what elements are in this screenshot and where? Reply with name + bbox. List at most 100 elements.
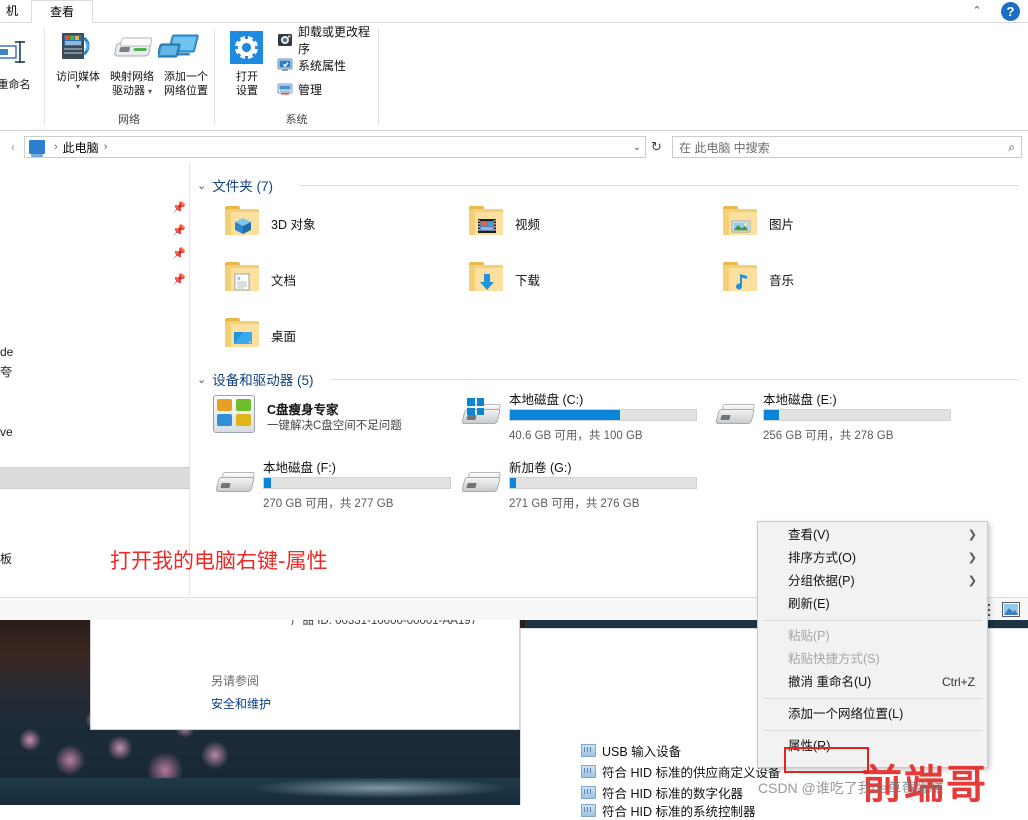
menu-item-add-network-location[interactable]: 添加一个网络位置(L)	[758, 703, 987, 726]
chevron-down-icon[interactable]: ▾	[148, 87, 152, 96]
nav-item-selected[interactable]	[0, 467, 190, 489]
folder-downloads-icon	[467, 259, 509, 301]
tab-view[interactable]: 查看	[31, 0, 93, 23]
folder-label: 文档	[271, 274, 297, 288]
add-network-location-icon	[156, 29, 214, 67]
menu-item-label: 查看(V)	[788, 528, 830, 542]
context-menu: 查看(V) ❯ 排序方式(O) ❯ 分组依据(P) ❯ 刷新(E) 粘贴(P) …	[757, 521, 988, 773]
back-arrow-icon[interactable]: ‹	[2, 137, 24, 157]
device-row[interactable]: 符合 HID 标准的数字化器	[581, 783, 743, 802]
folder-desktop-icon	[223, 315, 265, 357]
menu-separator	[763, 730, 982, 731]
media-server-icon	[50, 29, 106, 67]
menu-item-paste: 粘贴(P)	[758, 625, 987, 648]
tab-computer[interactable]: 机	[0, 0, 30, 23]
breadcrumb-separator: ›	[54, 141, 58, 153]
pin-icon[interactable]: 📌	[172, 273, 186, 287]
device-row[interactable]: USB 输入设备	[581, 741, 681, 760]
ribbon-group-network: 访问媒体 ▾ 映射网络 驱动器 ▾ 添加一个 网络位置 网络	[45, 23, 213, 131]
windows-logo-icon	[467, 398, 484, 415]
folder-videos-icon	[467, 203, 509, 245]
ribbon-group-label-system: 系统	[285, 114, 308, 126]
pin-icon[interactable]: 📌	[172, 247, 186, 261]
device-label: USB 输入设备	[602, 745, 682, 759]
nav-item-clipped[interactable]: 夸	[0, 363, 12, 380]
map-network-drive-button[interactable]: 映射网络 驱动器 ▾	[104, 29, 160, 99]
menu-item-label: 粘贴(P)	[788, 629, 830, 643]
navigation-pane: de 夸 ve 板 📌 📌 📌 📌	[0, 163, 190, 597]
watermark-csdn: CSDN @谁吃了我de草莓蛋糕	[758, 780, 944, 796]
drive-free-text: 40.6 GB 可用，共 100 GB	[509, 430, 643, 442]
access-media-button[interactable]: 访问媒体 ▾	[50, 29, 106, 91]
ribbon-group-system: 打开 设置 卸载或更改程序 系统属性 管理 系统	[215, 23, 378, 131]
chevron-right-icon: ❯	[967, 552, 977, 564]
nav-item-clipped[interactable]: 板	[0, 550, 12, 567]
folder-label: 音乐	[769, 274, 795, 288]
promo-title: C盘瘦身专家	[267, 403, 339, 417]
add-network-location-button[interactable]: 添加一个 网络位置	[156, 29, 214, 98]
drive-free-text: 270 GB 可用，共 277 GB	[263, 498, 394, 510]
search-box[interactable]: 在 此电脑 中搜索 ⌕	[672, 136, 1022, 158]
chevron-down-icon[interactable]: ⌄	[633, 142, 641, 153]
capacity-bar	[509, 477, 697, 489]
annotation-red-note: 打开我的电脑右键-属性	[110, 549, 328, 573]
chevron-down-icon[interactable]: ⌄	[197, 179, 206, 192]
device-row[interactable]: 符合 HID 标准的系统控制器	[581, 801, 755, 820]
search-icon[interactable]: ⌕	[1008, 140, 1015, 155]
settings-gear-icon	[219, 29, 275, 67]
address-toolbar: ‹ › 此电脑 › ⌄ ↻ 在 此电脑 中搜索 ⌕	[0, 131, 1028, 163]
nav-item-clipped[interactable]: de	[0, 345, 13, 359]
menu-item-group-by[interactable]: 分组依据(P) ❯	[758, 570, 987, 593]
drive-label: 本地磁盘 (C:)	[509, 393, 584, 407]
chevron-down-icon[interactable]: ▾	[50, 83, 106, 91]
open-settings-button[interactable]: 打开 设置	[219, 29, 275, 98]
rename-button[interactable]: 重命名	[0, 37, 42, 92]
security-maintenance-link[interactable]: 安全和维护	[211, 695, 271, 712]
menu-separator	[763, 698, 982, 699]
search-input-placeholder[interactable]: 在 此电脑 中搜索	[679, 139, 1008, 156]
pin-icon[interactable]: 📌	[172, 201, 186, 215]
drive-icon	[715, 401, 757, 443]
folder-pictures-icon	[721, 203, 763, 245]
windows-drive-icon	[461, 398, 503, 443]
uninstall-program-icon	[277, 32, 293, 48]
breadcrumb-separator[interactable]: ›	[104, 141, 108, 153]
ribbon-divider	[378, 29, 379, 125]
capacity-bar-fill	[510, 478, 516, 488]
uninstall-program-button[interactable]: 卸载或更改程序	[277, 25, 378, 56]
large-icons-view-icon[interactable]	[1002, 602, 1020, 617]
map-network-drive-icon	[104, 29, 160, 67]
manage-button[interactable]: 管理	[277, 80, 322, 98]
menu-item-undo-rename[interactable]: 撤消 重命名(U) Ctrl+Z	[758, 671, 987, 694]
chevron-right-icon: ❯	[967, 575, 977, 587]
menu-item-label: 属性(R)	[788, 739, 831, 753]
chevron-down-icon[interactable]: ⌄	[197, 373, 206, 386]
menu-item-sort-by[interactable]: 排序方式(O) ❯	[758, 547, 987, 570]
system-properties-button[interactable]: 系统属性	[277, 56, 346, 74]
group-header-folders[interactable]: ⌄ 文件夹 (7)	[197, 175, 273, 195]
breadcrumb-this-pc[interactable]: 此电脑	[63, 139, 99, 156]
menu-item-refresh[interactable]: 刷新(E)	[758, 593, 987, 616]
pin-icon[interactable]: 📌	[172, 224, 186, 238]
menu-item-label: 粘贴快捷方式(S)	[788, 652, 880, 666]
address-bar[interactable]: › 此电脑 › ⌄	[24, 136, 646, 158]
folder-label: 3D 对象	[271, 218, 316, 232]
drive-free-text: 271 GB 可用，共 276 GB	[509, 498, 640, 510]
menu-item-paste-shortcut: 粘贴快捷方式(S)	[758, 648, 987, 671]
menu-item-label: 刷新(E)	[788, 597, 830, 611]
nav-item-clipped[interactable]: ve	[0, 425, 13, 439]
drive-free-text: 256 GB 可用，共 278 GB	[763, 430, 894, 442]
refresh-icon[interactable]: ↻	[648, 138, 665, 155]
device-row[interactable]: 符合 HID 标准的供应商定义设备	[581, 762, 780, 781]
folder-label: 图片	[769, 218, 795, 232]
help-icon[interactable]: ?	[1001, 2, 1020, 21]
group-header-devices[interactable]: ⌄ 设备和驱动器 (5)	[197, 369, 313, 389]
manage-label: 管理	[298, 82, 323, 97]
group-title-devices: 设备和驱动器 (5)	[212, 373, 314, 388]
device-label: 符合 HID 标准的数字化器	[602, 787, 743, 801]
drive-label: 本地磁盘 (F:)	[263, 461, 336, 475]
system-properties-label: 系统属性	[298, 58, 347, 73]
menu-item-view[interactable]: 查看(V) ❯	[758, 524, 987, 547]
system-properties-window: 产品 ID: 00331-10000-00001-AA197 另请参阅 安全和维…	[90, 615, 520, 730]
chevron-up-icon[interactable]: ⌃	[968, 2, 986, 20]
